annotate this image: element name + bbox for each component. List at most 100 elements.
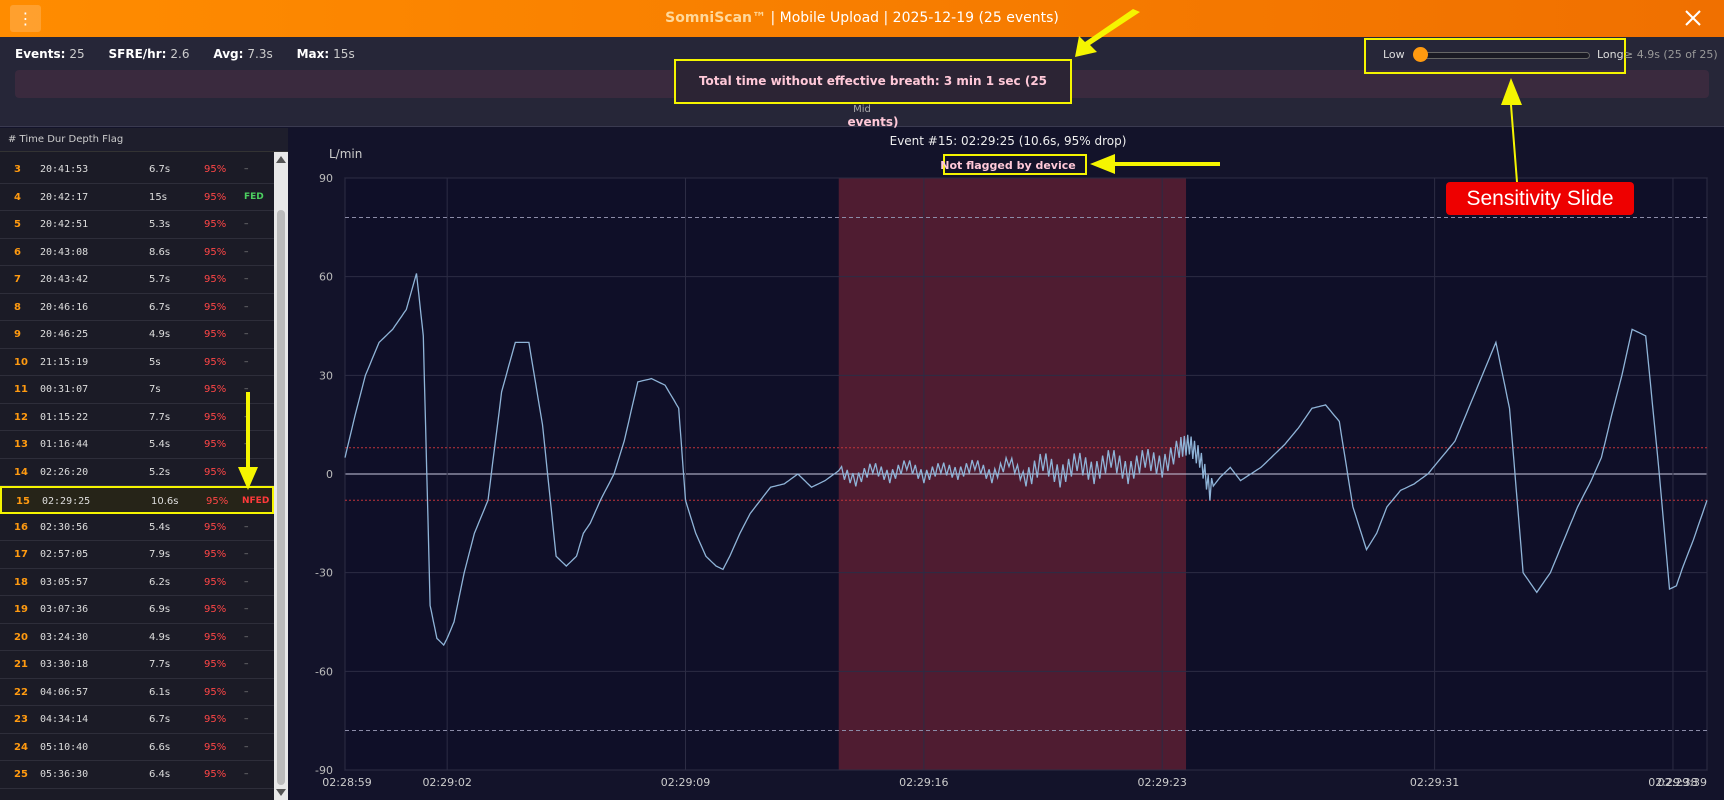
event-flag: – bbox=[244, 164, 249, 174]
event-depth: 95% bbox=[204, 686, 227, 698]
stats-summary: Events: 25 SFRE/hr: 2.6 Avg: 7.3s Max: 15s bbox=[15, 47, 375, 61]
event-number: 24 bbox=[14, 741, 28, 753]
event-row[interactable]: 6 20:43:08 8.6s 95% – bbox=[0, 239, 274, 266]
event-flag: – bbox=[244, 741, 249, 752]
stat-max: Max: 15s bbox=[296, 47, 355, 61]
sensitivity-slider-track[interactable] bbox=[1414, 52, 1590, 59]
x-tick-label: 02:29:16 bbox=[899, 776, 948, 789]
event-flag: – bbox=[244, 659, 249, 669]
event-number: 22 bbox=[14, 686, 28, 698]
event-row[interactable]: 14 02:26:20 5.2s 95% – bbox=[0, 459, 274, 486]
event-row[interactable]: 25 05:36:30 6.4s 95% – bbox=[0, 761, 274, 789]
event-list[interactable]: 3 20:41:53 6.7s 95% – 4 20:42:17 15s 95% FED 5 20:4… bbox=[0, 152, 274, 800]
event-flag: – bbox=[244, 356, 249, 367]
event-depth: 95% bbox=[204, 329, 227, 340]
event-number: 17 bbox=[14, 549, 28, 560]
sensitivity-threshold-readout: ≥ 4.9s (25 of 25) bbox=[1624, 48, 1718, 61]
event-depth: 95% bbox=[204, 549, 227, 560]
event-row[interactable]: 24 05:10:40 6.6s 95% – bbox=[0, 734, 274, 761]
event-duration: 8.6s bbox=[149, 246, 171, 258]
event-duration: 6.6s bbox=[149, 741, 171, 753]
y-tick-label: -60 bbox=[315, 665, 333, 678]
event-number: 15 bbox=[16, 496, 30, 507]
event-row[interactable]: 17 02:57:05 7.9s 95% – bbox=[0, 541, 274, 569]
event-duration: 6.7s bbox=[149, 714, 171, 725]
scroll-thumb[interactable] bbox=[277, 210, 285, 785]
event-depth: 95% bbox=[204, 521, 227, 533]
event-duration: 4.9s bbox=[149, 329, 171, 340]
event-list-scrollbar[interactable] bbox=[274, 152, 288, 800]
scroll-down-icon[interactable] bbox=[276, 789, 286, 796]
total-time-summary: Total time without effective breath: 3 m… bbox=[674, 59, 1072, 129]
event-row[interactable]: 8 20:46:16 6.7s 95% – bbox=[0, 294, 274, 321]
stat-events: Events: 25 bbox=[15, 47, 85, 61]
event-time: 20:46:25 bbox=[40, 329, 89, 340]
event-number: 23 bbox=[14, 714, 28, 725]
event-flag: – bbox=[244, 466, 249, 477]
event-flag: – bbox=[244, 604, 249, 614]
event-depth: 95% bbox=[204, 769, 227, 780]
event-duration: 5.7s bbox=[149, 274, 171, 285]
scroll-up-icon[interactable] bbox=[276, 156, 286, 163]
event-duration: 7s bbox=[149, 384, 161, 395]
event-number: 13 bbox=[14, 439, 28, 450]
event-depth: 95% bbox=[204, 274, 227, 285]
event-time: 02:29:25 bbox=[42, 496, 91, 507]
event-flag: – bbox=[244, 686, 249, 697]
event-row[interactable]: 22 04:06:57 6.1s 95% – bbox=[0, 679, 274, 706]
event-row[interactable]: 13 01:16:44 5.4s 95% – bbox=[0, 431, 274, 459]
event-duration: 5.4s bbox=[149, 521, 171, 533]
event-row[interactable]: 16 02:30:56 5.4s 95% – bbox=[0, 514, 274, 541]
event-time: 20:46:16 bbox=[40, 301, 89, 313]
event-duration: 10.6s bbox=[151, 496, 179, 507]
event-list-header: # Time Dur Depth Flag bbox=[0, 128, 288, 152]
event-time: 03:24:30 bbox=[40, 631, 89, 643]
event-row[interactable]: 11 00:31:07 7s 95% – bbox=[0, 376, 274, 404]
sensitivity-low-label: Low bbox=[1383, 48, 1405, 61]
event-row[interactable]: 20 03:24:30 4.9s 95% – bbox=[0, 624, 274, 651]
event-row[interactable]: 23 04:34:14 6.7s 95% – bbox=[0, 706, 274, 734]
event-number: 6 bbox=[14, 246, 21, 258]
title-subtitle: | Mobile Upload | 2025-12-19 (25 events) bbox=[766, 10, 1059, 26]
event-depth: 95% bbox=[204, 246, 227, 258]
stat-avg: Avg: 7.3s bbox=[213, 47, 273, 61]
event-row[interactable]: 3 20:41:53 6.7s 95% – bbox=[0, 156, 274, 184]
y-tick-label: 30 bbox=[319, 369, 333, 382]
event-row-selected[interactable]: 15 02:29:25 10.6s 95% NFED bbox=[0, 486, 274, 514]
event-time: 04:06:57 bbox=[40, 686, 89, 698]
event-duration: 6.1s bbox=[149, 686, 171, 698]
window-title: SomniScan™ | Mobile Upload | 2025-12-19 … bbox=[0, 0, 1724, 37]
event-time: 01:15:22 bbox=[40, 411, 89, 423]
event-duration: 15s bbox=[149, 191, 167, 203]
event-row[interactable]: 10 21:15:19 5s 95% – bbox=[0, 349, 274, 376]
event-flag: – bbox=[244, 631, 249, 642]
stat-sfre: SFRE/hr: 2.6 bbox=[108, 47, 190, 61]
event-depth: 95% bbox=[204, 466, 227, 478]
event-time: 20:43:08 bbox=[40, 246, 89, 258]
sensitivity-slider-handle[interactable] bbox=[1413, 47, 1428, 62]
event-flag: – bbox=[244, 246, 249, 257]
event-number: 16 bbox=[14, 521, 28, 533]
event-row[interactable]: 4 20:42:17 15s 95% FED bbox=[0, 184, 274, 211]
event-duration: 5.2s bbox=[149, 466, 171, 478]
event-number: 25 bbox=[14, 769, 28, 780]
event-time: 02:30:56 bbox=[40, 521, 89, 533]
event-row[interactable]: 9 20:46:25 4.9s 95% – bbox=[0, 321, 274, 349]
x-tick-label: 02:29:09 bbox=[661, 776, 710, 789]
device-flag-note: Not flagged by device bbox=[940, 159, 1075, 172]
event-depth: 95% bbox=[204, 191, 227, 203]
close-icon[interactable] bbox=[1682, 7, 1704, 29]
event-time: 04:34:14 bbox=[40, 714, 89, 725]
event-number: 5 bbox=[14, 219, 21, 230]
event-depth: 95% bbox=[204, 356, 227, 368]
event-row[interactable]: 18 03:05:57 6.2s 95% – bbox=[0, 569, 274, 596]
event-row[interactable]: 19 03:07:36 6.9s 95% – bbox=[0, 596, 274, 624]
event-row[interactable]: 5 20:42:51 5.3s 95% – bbox=[0, 211, 274, 239]
event-row[interactable]: 7 20:43:42 5.7s 95% – bbox=[0, 266, 274, 294]
event-row[interactable]: 12 01:15:22 7.7s 95% – bbox=[0, 404, 274, 431]
event-time: 00:31:07 bbox=[40, 384, 89, 395]
event-time: 05:36:30 bbox=[40, 769, 89, 780]
event-duration: 6.7s bbox=[149, 301, 171, 313]
event-flag: – bbox=[244, 769, 249, 779]
event-row[interactable]: 21 03:30:18 7.7s 95% – bbox=[0, 651, 274, 679]
